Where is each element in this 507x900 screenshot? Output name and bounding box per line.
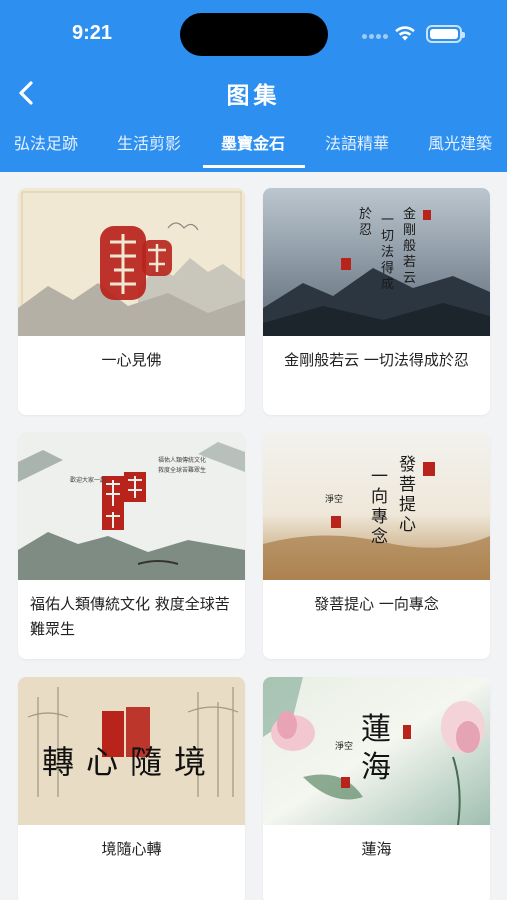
gallery-card[interactable]: 福佑人類傳統文化 救度全球苦難眾生 歡迎大家一起 福佑人類傳統文化 救度全球苦難… — [18, 432, 245, 659]
gallery-card[interactable]: 發菩提心 一向專念 淨空 發菩提心 一向專念 — [263, 432, 490, 659]
card-caption: 金剛般若云 一切法得成於忍 — [284, 351, 469, 369]
tab-hongfa[interactable]: 弘法足跡 — [14, 130, 78, 164]
svg-text:得: 得 — [381, 260, 394, 276]
svg-text:淨空: 淨空 — [325, 493, 343, 505]
card-image: 轉心隨境 — [18, 677, 245, 825]
card-image — [18, 188, 245, 336]
card-image: 蓮海 淨空 — [263, 677, 490, 825]
app-header: 9:21 图集 弘法足跡 生活剪影 墨寶金石 法語精華 風光建築 — [0, 0, 507, 172]
svg-text:隨: 隨 — [130, 743, 162, 781]
svg-text:福佑人類傳統文化: 福佑人類傳統文化 — [158, 456, 206, 464]
battery-icon — [426, 25, 465, 43]
card-caption: 蓮海 — [361, 840, 392, 858]
svg-text:心: 心 — [86, 743, 118, 781]
dynamic-island — [180, 13, 328, 56]
svg-text:提: 提 — [399, 495, 416, 515]
svg-text:心: 心 — [399, 515, 416, 535]
page-title: 图集 — [226, 83, 281, 109]
gallery-card[interactable]: 蓮海 淨空 蓮海 — [263, 677, 490, 900]
svg-text:般: 般 — [403, 238, 416, 254]
signal-dots-icon — [362, 33, 388, 39]
svg-text:菩: 菩 — [399, 475, 416, 495]
svg-text:於: 於 — [359, 206, 372, 222]
card-caption: 發菩提心 一向專念 — [314, 595, 439, 613]
svg-text:法: 法 — [381, 245, 394, 260]
svg-text:歡迎大家一起: 歡迎大家一起 — [70, 476, 106, 484]
gallery-card[interactable]: 轉心隨境 境隨心轉 — [18, 677, 245, 900]
svg-text:淨空: 淨空 — [335, 740, 353, 752]
card-caption: 境隨心轉 — [101, 840, 162, 858]
svg-text:發: 發 — [399, 455, 416, 475]
tab-calligraphy[interactable]: 墨寶金石 — [221, 130, 285, 164]
svg-text:向: 向 — [371, 487, 388, 507]
tab-dharma-words[interactable]: 法語精華 — [325, 130, 389, 164]
svg-text:一: 一 — [381, 213, 394, 228]
svg-text:成: 成 — [381, 277, 394, 292]
svg-text:一: 一 — [371, 467, 388, 487]
svg-text:境: 境 — [174, 743, 206, 781]
svg-text:轉: 轉 — [42, 743, 74, 781]
status-time: 9:21 — [72, 22, 113, 44]
svg-text:忍: 忍 — [359, 223, 372, 238]
card-caption: 一心見佛 — [101, 351, 162, 369]
card-caption: 福佑人類傳統文化 救度全球苦難眾生 — [30, 595, 230, 638]
tab-life[interactable]: 生活剪影 — [117, 130, 181, 164]
svg-text:念: 念 — [371, 526, 388, 547]
card-image: 金剛般若云 一切法得成 於忍 — [263, 188, 490, 336]
svg-text:金: 金 — [403, 206, 416, 222]
tab-scenery[interactable]: 風光建築 — [428, 130, 492, 164]
gallery-grid: 一心見佛 金剛般若云 一切法得成 於忍 金剛般若云 一切法得成於忍 福佑人類傳統… — [0, 172, 507, 900]
svg-text:救度全球苦難眾生: 救度全球苦難眾生 — [158, 466, 206, 474]
svg-text:剛: 剛 — [403, 223, 416, 238]
gallery-card[interactable]: 一心見佛 — [18, 188, 245, 415]
category-tabs: 弘法足跡 生活剪影 墨寶金石 法語精華 風光建築 — [0, 124, 507, 164]
svg-text:若: 若 — [403, 254, 416, 270]
card-image: 福佑人類傳統文化 救度全球苦難眾生 歡迎大家一起 — [18, 432, 245, 580]
svg-text:海: 海 — [361, 750, 391, 785]
status-bar: 9:21 — [0, 0, 507, 68]
svg-text:切: 切 — [381, 229, 394, 244]
svg-text:蓮: 蓮 — [361, 712, 391, 747]
active-tab-indicator — [203, 165, 305, 168]
gallery-card[interactable]: 金剛般若云 一切法得成 於忍 金剛般若云 一切法得成於忍 — [263, 188, 490, 415]
card-image: 發菩提心 一向專念 淨空 — [263, 432, 490, 580]
svg-text:云: 云 — [403, 271, 416, 286]
wifi-icon — [395, 26, 415, 41]
svg-text:專: 專 — [371, 507, 388, 527]
